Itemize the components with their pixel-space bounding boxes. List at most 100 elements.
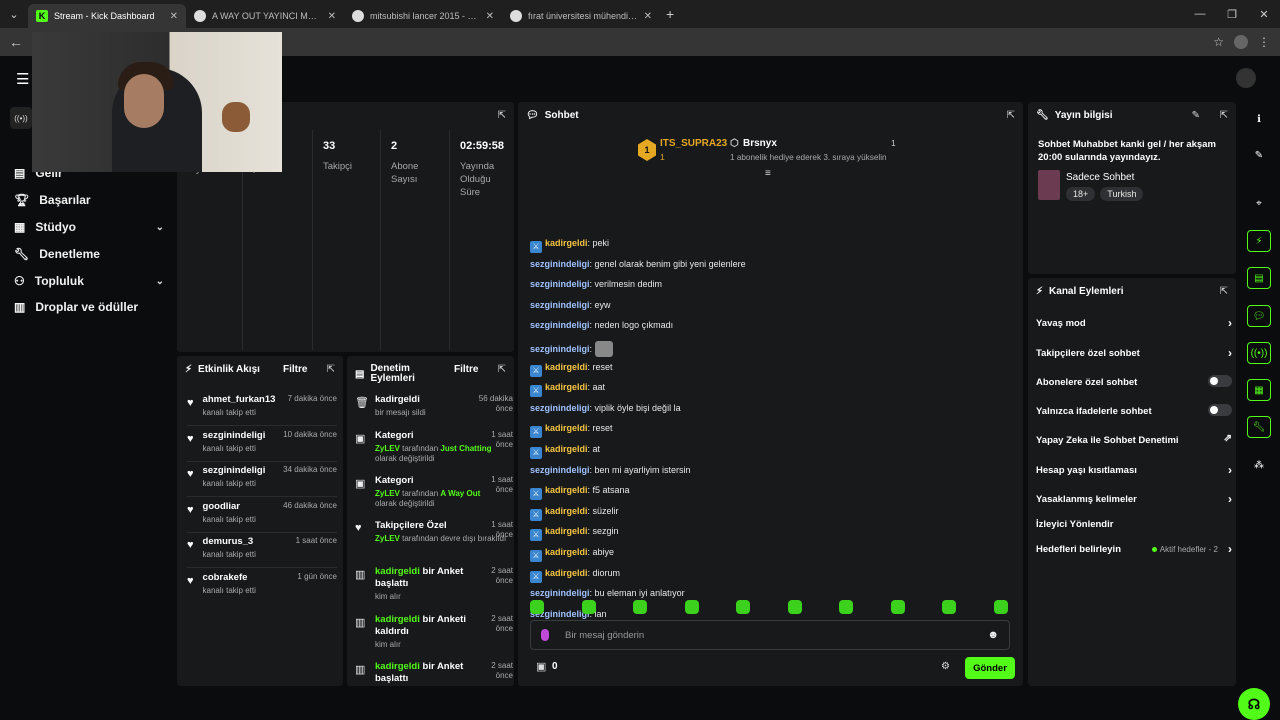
moderation-actor[interactable]: kadirgeldi [375,566,420,577]
chat-message[interactable]: sezginindeligi: eyw [530,300,611,310]
activity-username[interactable]: goodliar [203,501,256,512]
chat-message[interactable]: ⚔ kadirgeldi: aat [530,382,605,398]
sidebar-item-basarilar[interactable]: 🏆︎ Başarılar [14,193,164,207]
chat-username[interactable]: kadirgeldi [545,568,588,578]
filter-button[interactable]: Filtre [283,364,307,375]
new-tab-button[interactable]: + [666,6,674,22]
chevron-right-icon[interactable]: › [1228,542,1232,556]
chat-username[interactable]: sezginindeligi [530,300,590,310]
moderation-user[interactable]: ZyLEV [375,534,400,543]
emote-icon[interactable] [530,600,544,614]
chat-username[interactable]: kadirgeldi [545,526,588,536]
browser-tab-kick[interactable]: K Stream - Kick Dashboard ✕ [28,4,186,28]
moderation-user[interactable]: ZyLEV [375,444,400,453]
chevron-right-icon[interactable]: › [1228,492,1232,506]
moderation-actor[interactable]: kadirgeldi [375,614,420,625]
moderation-actor[interactable]: kadirgeldi [375,661,420,672]
live-broadcast-icon[interactable]: ((•)) [10,107,32,129]
chat-message[interactable]: sezginindeligi: genel olarak benim gibi … [530,259,746,269]
collapse-icon[interactable]: ≡ [765,168,771,179]
back-arrow-icon[interactable]: ← [0,34,32,50]
moderation-item[interactable]: ♥ Takipçilere Özel ZyLEV tarafından devre … [355,520,513,544]
emote-icon[interactable] [787,600,802,614]
close-tab-icon[interactable]: ✕ [644,11,652,22]
chevron-right-icon[interactable]: › [1228,463,1232,477]
chat-username[interactable]: kadirgeldi [545,382,588,392]
sidebar-item-denetleme[interactable]: 🔧︎ Denetleme [14,247,164,261]
popout-icon[interactable]: ⇱ [498,110,506,121]
chat-message[interactable]: ⚔ kadirgeldi: abiye [530,547,614,562]
lightning-icon[interactable]: ⚡︎ [1247,230,1271,252]
popout-icon[interactable]: ⇱ [1220,286,1228,297]
emoji-picker-icon[interactable]: ☻ [987,629,999,641]
chat-message[interactable]: sezginindeligi: bu eleman iyi anlatıyor [530,588,685,598]
channel-action-item[interactable]: İzleyici Yönlendir [1036,519,1232,530]
chevron-right-icon[interactable]: › [1228,316,1232,330]
apps-icon[interactable]: ⁂ [1247,454,1271,476]
toggle-switch[interactable] [1208,404,1232,416]
close-tab-icon[interactable]: ✕ [170,11,178,22]
list-item[interactable]: ♥ cobrakefe kanalı takip etti 1 gün önce [187,572,337,595]
chat-message[interactable]: ⚔ kadirgeldi: reset [530,423,613,439]
close-tab-icon[interactable]: ✕ [328,11,336,22]
sidebar-item-studyo[interactable]: ▦ Stüdyo ⌄ [14,220,164,234]
category-thumbnail[interactable] [1038,170,1060,200]
moderation-item[interactable]: ▥ kadirgeldi bir Anketi kaldırdı kim alır 2… [355,614,513,650]
close-window-icon[interactable]: ✕ [1248,0,1280,28]
activity-username[interactable]: sezginindeligi [203,465,266,476]
edit-pencil-icon[interactable]: ✎ [1192,110,1200,121]
support-headset-icon[interactable]: ☊ [1238,688,1270,720]
emote-icon[interactable] [942,600,957,614]
microphone-icon[interactable] [541,629,549,641]
chat-settings-gear-icon[interactable]: ⚙ [941,661,950,672]
second-gifter-name[interactable]: Brsnyx [743,138,777,149]
hamburger-menu-icon[interactable]: ☰ [16,70,29,88]
list-item[interactable]: ♥ sezginindeligi kanalı takip etti 10 dakik… [187,430,337,453]
chat-username[interactable]: sezginindeligi [530,403,590,413]
wrench-icon[interactable]: 🔧︎ [1247,416,1271,438]
chat-message[interactable]: ⚔ kadirgeldi: diorum [530,568,620,583]
broadcast-icon[interactable]: ((•)) [1247,342,1271,364]
external-link-icon[interactable]: ⇗ [1224,433,1232,444]
chat-username[interactable]: sezginindeligi [530,279,590,289]
activity-username[interactable]: ahmet_furkan13 [203,394,276,405]
chat-message[interactable]: ⚔ kadirgeldi: peki [530,238,609,253]
chat-username[interactable]: kadirgeldi [545,423,588,433]
chat-message[interactable]: ⚔ kadirgeldi: f5 atsana [530,485,630,501]
emote-icon[interactable] [581,600,596,614]
list-item[interactable]: ♥ demurus_3 kanalı takip etti 1 saat önce [187,536,337,559]
emote-icon[interactable] [890,600,905,614]
chat-username[interactable]: sezginindeligi [530,320,590,330]
sidebar-item-droplar[interactable]: ▥ Droplar ve ödüller [14,300,164,314]
tab-list-chevron-icon[interactable]: ⌄ [0,0,28,28]
activity-username[interactable]: sezginindeligi [203,430,266,441]
popout-icon[interactable]: ⇱ [498,364,506,375]
chat-username[interactable]: kadirgeldi [545,444,588,454]
chat-message[interactable]: ⚔ kadirgeldi: reset [530,362,613,377]
emote-icon[interactable] [993,600,1008,614]
close-tab-icon[interactable]: ✕ [486,11,494,22]
moderation-item[interactable]: ▣ Kategori ZyLEV tarafından A Way Out olara… [355,475,513,509]
chat-message[interactable]: ⚔ kadirgeldi: at [530,444,600,459]
channel-action-item[interactable]: Hesap yaşı kısıtlaması › [1036,463,1232,477]
chevron-down-icon[interactable]: ⌄ [156,276,164,287]
chat-username[interactable]: kadirgeldi [545,238,588,248]
moderation-item[interactable]: ▥ kadirgeldi bir Anket başlattı 2 saat önc… [355,661,513,685]
more-menu-icon[interactable]: ⋮ [1258,35,1270,49]
chat-username[interactable]: sezginindeligi [530,588,590,598]
send-button[interactable]: Gönder [965,657,1015,679]
channel-action-item[interactable]: Yasaklanmış kelimeler › [1036,492,1232,506]
chevron-right-icon[interactable]: › [1228,346,1232,360]
chat-message[interactable]: sezginindeligi: viplik öyle bişi değil l… [530,403,681,413]
focus-icon[interactable]: ⌖ [1247,192,1271,214]
document-icon[interactable]: ▤ [1247,267,1271,289]
chat-username[interactable]: sezginindeligi [530,465,590,475]
category-name[interactable]: Sadece Sohbet [1066,172,1134,183]
list-item[interactable]: ♥ sezginindeligi kanalı takip etti 34 dakik… [187,465,337,488]
emote-icon[interactable] [839,600,854,614]
chat-message[interactable]: ⚔ kadirgeldi: süzelir [530,506,619,521]
chat-message[interactable]: ⚔ kadirgeldi: sezgin [530,526,619,542]
chat-bubble-icon[interactable]: 💬︎ [1247,305,1271,327]
profile-avatar[interactable] [1234,35,1248,49]
channel-action-item[interactable]: Yalnızca ifadelerle sohbet [1036,404,1232,417]
